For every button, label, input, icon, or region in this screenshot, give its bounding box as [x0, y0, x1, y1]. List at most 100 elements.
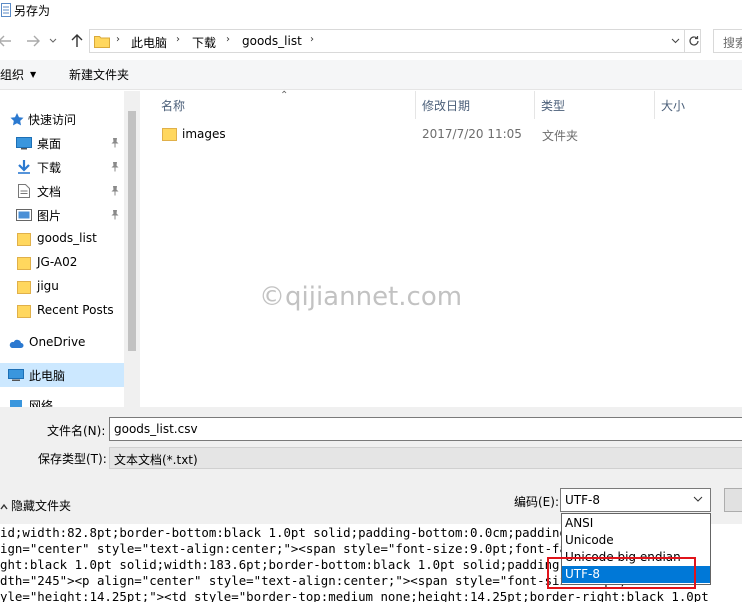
- breadcrumb-goods-list[interactable]: goods_list: [242, 34, 302, 48]
- breadcrumb-separator: ›: [116, 34, 120, 45]
- code-line: yle="height:14.25pt;"><td style="border-…: [0, 589, 709, 602]
- address-dropdown-button[interactable]: [666, 30, 684, 52]
- file-name: images: [182, 127, 226, 141]
- filename-value: goods_list.csv: [114, 422, 198, 436]
- encoding-option-unicode[interactable]: Unicode: [562, 532, 710, 549]
- encoding-label: 编码(E):: [514, 495, 559, 509]
- back-button[interactable]: [0, 30, 16, 52]
- save-button[interactable]: [724, 488, 742, 512]
- sidebar-item-network[interactable]: 网络: [0, 393, 124, 407]
- arrow-left-icon: [0, 35, 11, 47]
- column-divider[interactable]: [415, 91, 416, 119]
- filename-input[interactable]: goods_list.csv: [109, 417, 742, 441]
- sidebar-item-label: jigu: [37, 279, 59, 293]
- sidebar-item-label: 网络: [29, 399, 54, 407]
- hide-folders-button[interactable]: 隐藏文件夹: [0, 497, 71, 514]
- file-type: 文件夹: [542, 129, 579, 143]
- column-header-name[interactable]: 名称: [161, 97, 185, 114]
- refresh-icon: [688, 36, 699, 46]
- folder-icon: [17, 232, 33, 246]
- search-input[interactable]: 搜索: [713, 29, 742, 53]
- breadcrumb-downloads[interactable]: 下载: [192, 34, 216, 51]
- scrollbar-thumb[interactable]: [128, 111, 136, 351]
- pin-icon: [110, 137, 120, 148]
- sidebar-item-this-pc[interactable]: 此电脑: [0, 363, 124, 387]
- sidebar-item-label: 下载: [37, 161, 62, 175]
- folder-icon: [162, 127, 177, 141]
- sidebar-item-label: 文档: [37, 185, 62, 199]
- filetype-value: 文本文档(*.txt): [114, 453, 198, 467]
- folder-icon: [94, 34, 110, 48]
- filetype-label: 保存类型(T):: [38, 452, 107, 466]
- recent-dropdown-button[interactable]: [45, 30, 61, 52]
- pin-icon: [110, 185, 120, 196]
- breadcrumb-separator: ›: [226, 34, 230, 45]
- watermark: ©qijiannet.com: [259, 282, 463, 312]
- caret-down-icon: ▼: [30, 70, 37, 79]
- file-row[interactable]: images 2017/7/20 11:05 文件夹: [153, 123, 733, 145]
- encoding-select[interactable]: UTF-8: [560, 488, 711, 512]
- sidebar-item-label: Recent Posts: [37, 303, 114, 317]
- forward-button[interactable]: [22, 30, 44, 52]
- breadcrumb-this-pc[interactable]: 此电脑: [131, 34, 167, 51]
- folder-icon: [17, 280, 33, 294]
- sidebar-item-label: 图片: [37, 209, 62, 223]
- notepad-icon: [1, 3, 11, 17]
- arrow-up-icon: [71, 34, 83, 47]
- download-icon: [16, 160, 32, 174]
- caret-up-icon: [0, 503, 8, 509]
- sidebar-item-recent-posts[interactable]: Recent Posts: [0, 299, 124, 323]
- sidebar-item-documents[interactable]: 文档: [0, 179, 124, 203]
- sidebar-item-label: 此电脑: [29, 369, 66, 383]
- column-header-size[interactable]: 大小: [661, 97, 685, 114]
- network-icon: [8, 398, 24, 407]
- sidebar-item-label: 快速访问: [28, 113, 77, 127]
- annotation-highlight-box: [547, 557, 696, 589]
- sidebar-item-onedrive[interactable]: OneDrive: [0, 331, 124, 355]
- new-folder-button[interactable]: 新建文件夹: [69, 66, 129, 83]
- sort-ascending-icon: ⌃: [280, 90, 289, 101]
- up-button[interactable]: [66, 30, 88, 52]
- navigation-pane: 快速访问 桌面 下载 文档 图片 goods_list JG-A02 jigu …: [0, 91, 140, 407]
- encoding-option-ansi[interactable]: ANSI: [562, 515, 710, 532]
- file-list: ⌃ 名称 修改日期 类型 大小 images 2017/7/20 11:05 文…: [141, 90, 742, 407]
- column-divider[interactable]: [654, 91, 655, 119]
- sidebar-item-pictures[interactable]: 图片: [0, 203, 124, 227]
- chevron-down-icon: [693, 496, 703, 503]
- pin-icon: [110, 161, 120, 172]
- desktop-icon: [16, 136, 32, 150]
- window-title: 另存为: [14, 4, 51, 18]
- address-bar[interactable]: › 此电脑 › 下载 › goods_list ›: [89, 29, 701, 53]
- search-placeholder: 搜索: [723, 36, 742, 50]
- sidebar-item-downloads[interactable]: 下载: [0, 155, 124, 179]
- computer-icon: [8, 368, 24, 382]
- picture-icon: [16, 208, 32, 222]
- folder-icon: [17, 304, 33, 318]
- navigation-scrollbar[interactable]: [124, 91, 140, 407]
- sidebar-item-goods-list[interactable]: goods_list: [0, 227, 124, 251]
- sidebar-item-desktop[interactable]: 桌面: [0, 131, 124, 155]
- sidebar-item-label: OneDrive: [29, 335, 86, 349]
- sidebar-item-label: JG-A02: [37, 255, 78, 269]
- sidebar-item-jg-a02[interactable]: JG-A02: [0, 251, 124, 275]
- document-icon: [18, 184, 34, 198]
- column-header-modified[interactable]: 修改日期: [422, 97, 470, 114]
- pin-icon: [110, 209, 120, 220]
- folder-icon: [17, 256, 33, 270]
- column-header-type[interactable]: 类型: [541, 97, 565, 114]
- sidebar-item-quick-access[interactable]: 快速访问: [0, 107, 124, 131]
- cloud-icon: [8, 336, 24, 350]
- organize-button[interactable]: 组织 ▼: [0, 66, 36, 84]
- arrow-right-icon: [27, 35, 40, 47]
- chevron-down-icon: [49, 38, 57, 43]
- organize-label: 组织: [0, 68, 25, 82]
- chevron-down-icon: [671, 38, 680, 44]
- title-bar: 另存为: [0, 0, 742, 22]
- filetype-select[interactable]: 文本文档(*.txt): [109, 447, 742, 469]
- sidebar-item-label: 桌面: [37, 137, 62, 151]
- sidebar-item-jigu[interactable]: jigu: [0, 275, 124, 299]
- star-icon: [9, 112, 25, 126]
- column-divider[interactable]: [534, 91, 535, 119]
- refresh-button[interactable]: [684, 30, 702, 52]
- file-modified: 2017/7/20 11:05: [422, 127, 522, 141]
